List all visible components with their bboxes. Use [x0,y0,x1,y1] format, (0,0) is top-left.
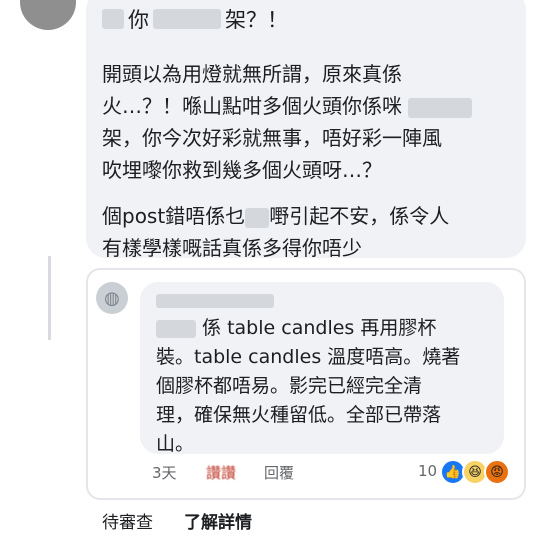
page-avatar[interactable]: ◍ [96,282,128,314]
reply-line: 個膠杯都唔易。影完已經完全清 [156,375,423,397]
comment-title-line: 你 架？！ [102,4,288,34]
comment-title-part-2: 架？！ [225,8,288,32]
redacted-text [156,319,196,338]
comment-line: 有樣學樣嘅話真係多得你唔少 [102,236,362,260]
reply-line: 理，確保無火種留低。全部已帶落 [156,404,442,426]
comment-line-text: 嘢引起不安，係令人 [269,204,450,228]
learn-more-link[interactable]: 了解詳情 [184,508,252,533]
reaction-count[interactable]: 10 [418,462,437,480]
reply-line-text: 係 table candles 再用膠杯 [202,317,437,339]
angry-reaction-icon[interactable]: 😡 [484,459,510,485]
avatar-icon: ◍ [104,287,120,309]
reply-line: 裝。table candles 溫度唔高。燒著 [156,346,461,368]
comment-line-2: 火…？！喺山點咁多個火頭你係咪 [102,90,510,122]
like-link[interactable]: 讚讚 [206,462,236,483]
redacted-text [102,9,124,29]
redacted-name[interactable] [156,294,274,308]
redacted-text [153,9,221,29]
redacted-text [408,97,473,118]
reply-timestamp[interactable]: 3天 [152,462,177,483]
comment-line: 開頭以為用燈就無所謂，原來真係 [102,62,402,86]
pending-review-label: 待審查 [102,513,153,533]
comment-line-para2: 個post錯唔係乜 嘢引起不安，係令人 [102,200,510,232]
reply-link[interactable]: 回覆 [264,462,294,483]
comment-line: 吹埋嚟你救到幾多個火頭呀…？ [102,158,382,182]
reply-line-1: 係 table candles 再用膠杯 [156,314,496,343]
comment-title-part-1: 你 [128,8,149,32]
thread-line [48,256,51,340]
commenter-avatar[interactable] [20,0,76,30]
redacted-text [245,207,270,228]
comment-line: 架，你今次好彩就無事，唔好彩一陣風 [102,126,442,150]
reply-line: 山。 [156,433,195,455]
comment-line-text: 火…？！喺山點咁多個火頭你係咪 [102,94,402,118]
comment-line-text: 個post錯唔係乜 [102,204,246,228]
